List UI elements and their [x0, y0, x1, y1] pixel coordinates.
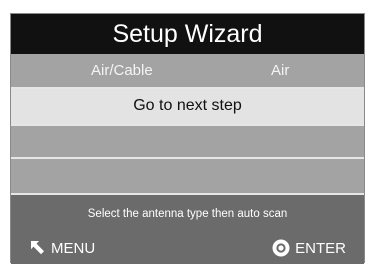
enter-label: ENTER	[295, 239, 346, 257]
page-title: Setup Wizard	[11, 14, 364, 54]
empty-menu-row	[11, 157, 364, 193]
hint-text: Select the antenna type then auto scan	[87, 208, 288, 220]
enter-button[interactable]: ENTER	[272, 239, 346, 257]
antenna-type-row[interactable]: Air/Cable Air	[11, 54, 364, 87]
empty-menu-row	[11, 124, 364, 157]
return-arrow-icon	[28, 239, 46, 257]
next-step-button[interactable]: Go to next step	[11, 87, 364, 124]
menu-label: MENU	[51, 239, 96, 257]
setup-wizard-screen: Setup Wizard Air/Cable Air Go to next st…	[10, 13, 365, 264]
menu-button[interactable]: MENU	[28, 239, 95, 257]
antenna-type-value[interactable]: Air	[271, 62, 289, 79]
antenna-type-label: Air/Cable	[91, 62, 153, 79]
footer-bar: Select the antenna type then auto scan M…	[11, 193, 364, 264]
ok-circle-icon	[272, 239, 290, 257]
